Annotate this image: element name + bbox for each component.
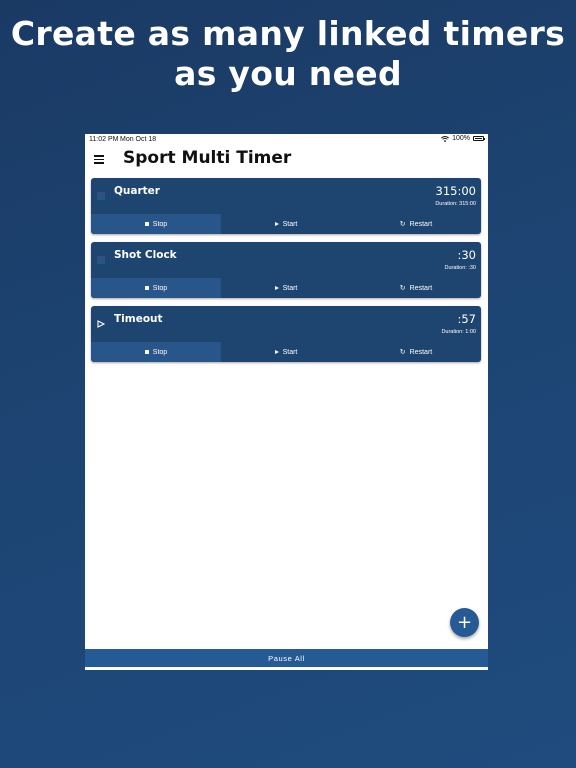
- timer-duration: Duration: 1:00: [441, 329, 476, 335]
- timer-name: Quarter: [114, 185, 160, 197]
- timer-value: :30: [457, 248, 476, 262]
- stop-icon: [144, 222, 149, 226]
- start-label: Start: [282, 348, 298, 356]
- restart-icon: ↻: [399, 284, 406, 292]
- timer-controls: Stop Start ↻ Restart: [91, 342, 481, 362]
- promo-headline: Create as many linked timers as you need: [10, 14, 566, 93]
- play-icon: [274, 222, 279, 226]
- wifi-icon: [441, 135, 450, 142]
- timer-controls: Stop Start ↻ Restart: [91, 214, 481, 234]
- app-bar: Sport Multi Timer: [85, 146, 488, 178]
- stop-button[interactable]: Stop: [91, 342, 221, 362]
- timer-card-quarter[interactable]: Quarter 315:00 Duration: 315:00 Stop Sta…: [91, 178, 481, 234]
- timer-card-shot-clock[interactable]: Shot Clock :30 Duration: :30 Stop Start …: [91, 242, 481, 298]
- restart-icon: ↻: [399, 348, 406, 356]
- restart-label: Restart: [409, 348, 433, 356]
- start-button[interactable]: Start: [221, 278, 351, 298]
- timer-value: :57: [457, 312, 476, 326]
- start-button[interactable]: Start: [221, 342, 351, 362]
- stop-icon: [144, 350, 149, 354]
- timer-name: Timeout: [114, 313, 163, 325]
- restart-icon: ↻: [399, 220, 406, 228]
- timer-card-timeout[interactable]: Timeout :57 Duration: 1:00 Stop Start ↻ …: [91, 306, 481, 362]
- stop-label: Stop: [152, 348, 168, 356]
- timer-duration: Duration: :30: [444, 265, 477, 271]
- restart-label: Restart: [409, 284, 433, 292]
- start-label: Start: [282, 284, 298, 292]
- restart-button[interactable]: ↻ Restart: [351, 342, 481, 362]
- timer-value: 315:00: [435, 184, 476, 198]
- restart-button[interactable]: ↻ Restart: [351, 214, 481, 234]
- add-timer-button[interactable]: +: [450, 608, 479, 637]
- stop-button[interactable]: Stop: [91, 214, 221, 234]
- play-icon: [274, 350, 279, 354]
- stop-icon: [144, 286, 149, 290]
- restart-button[interactable]: ↻ Restart: [351, 278, 481, 298]
- stop-label: Stop: [152, 284, 168, 292]
- stopped-square-icon: [97, 192, 105, 200]
- running-play-icon: [97, 320, 105, 328]
- start-label: Start: [282, 220, 298, 228]
- status-time: 11:02 PM: [89, 136, 119, 143]
- tablet-screen: 11:02 PM Mon Oct 18 100% Sport Multi Tim…: [85, 134, 488, 670]
- status-date: Mon Oct 18: [120, 136, 157, 143]
- stop-button[interactable]: Stop: [91, 278, 221, 298]
- battery-icon: [473, 136, 485, 141]
- battery-percent: 100%: [452, 135, 470, 142]
- restart-label: Restart: [409, 220, 433, 228]
- app-title: Sport Multi Timer: [123, 148, 292, 168]
- status-bar: 11:02 PM Mon Oct 18 100%: [85, 134, 488, 144]
- stop-label: Stop: [152, 220, 168, 228]
- pause-all-button[interactable]: Pause All: [85, 649, 488, 667]
- start-button[interactable]: Start: [221, 214, 351, 234]
- timer-duration: Duration: 315:00: [435, 201, 476, 207]
- status-indicators: 100%: [441, 135, 485, 142]
- timer-name: Shot Clock: [114, 249, 177, 261]
- stopped-square-icon: [97, 256, 105, 264]
- timer-controls: Stop Start ↻ Restart: [91, 278, 481, 298]
- play-icon: [274, 286, 279, 290]
- hamburger-menu-icon[interactable]: [94, 155, 105, 164]
